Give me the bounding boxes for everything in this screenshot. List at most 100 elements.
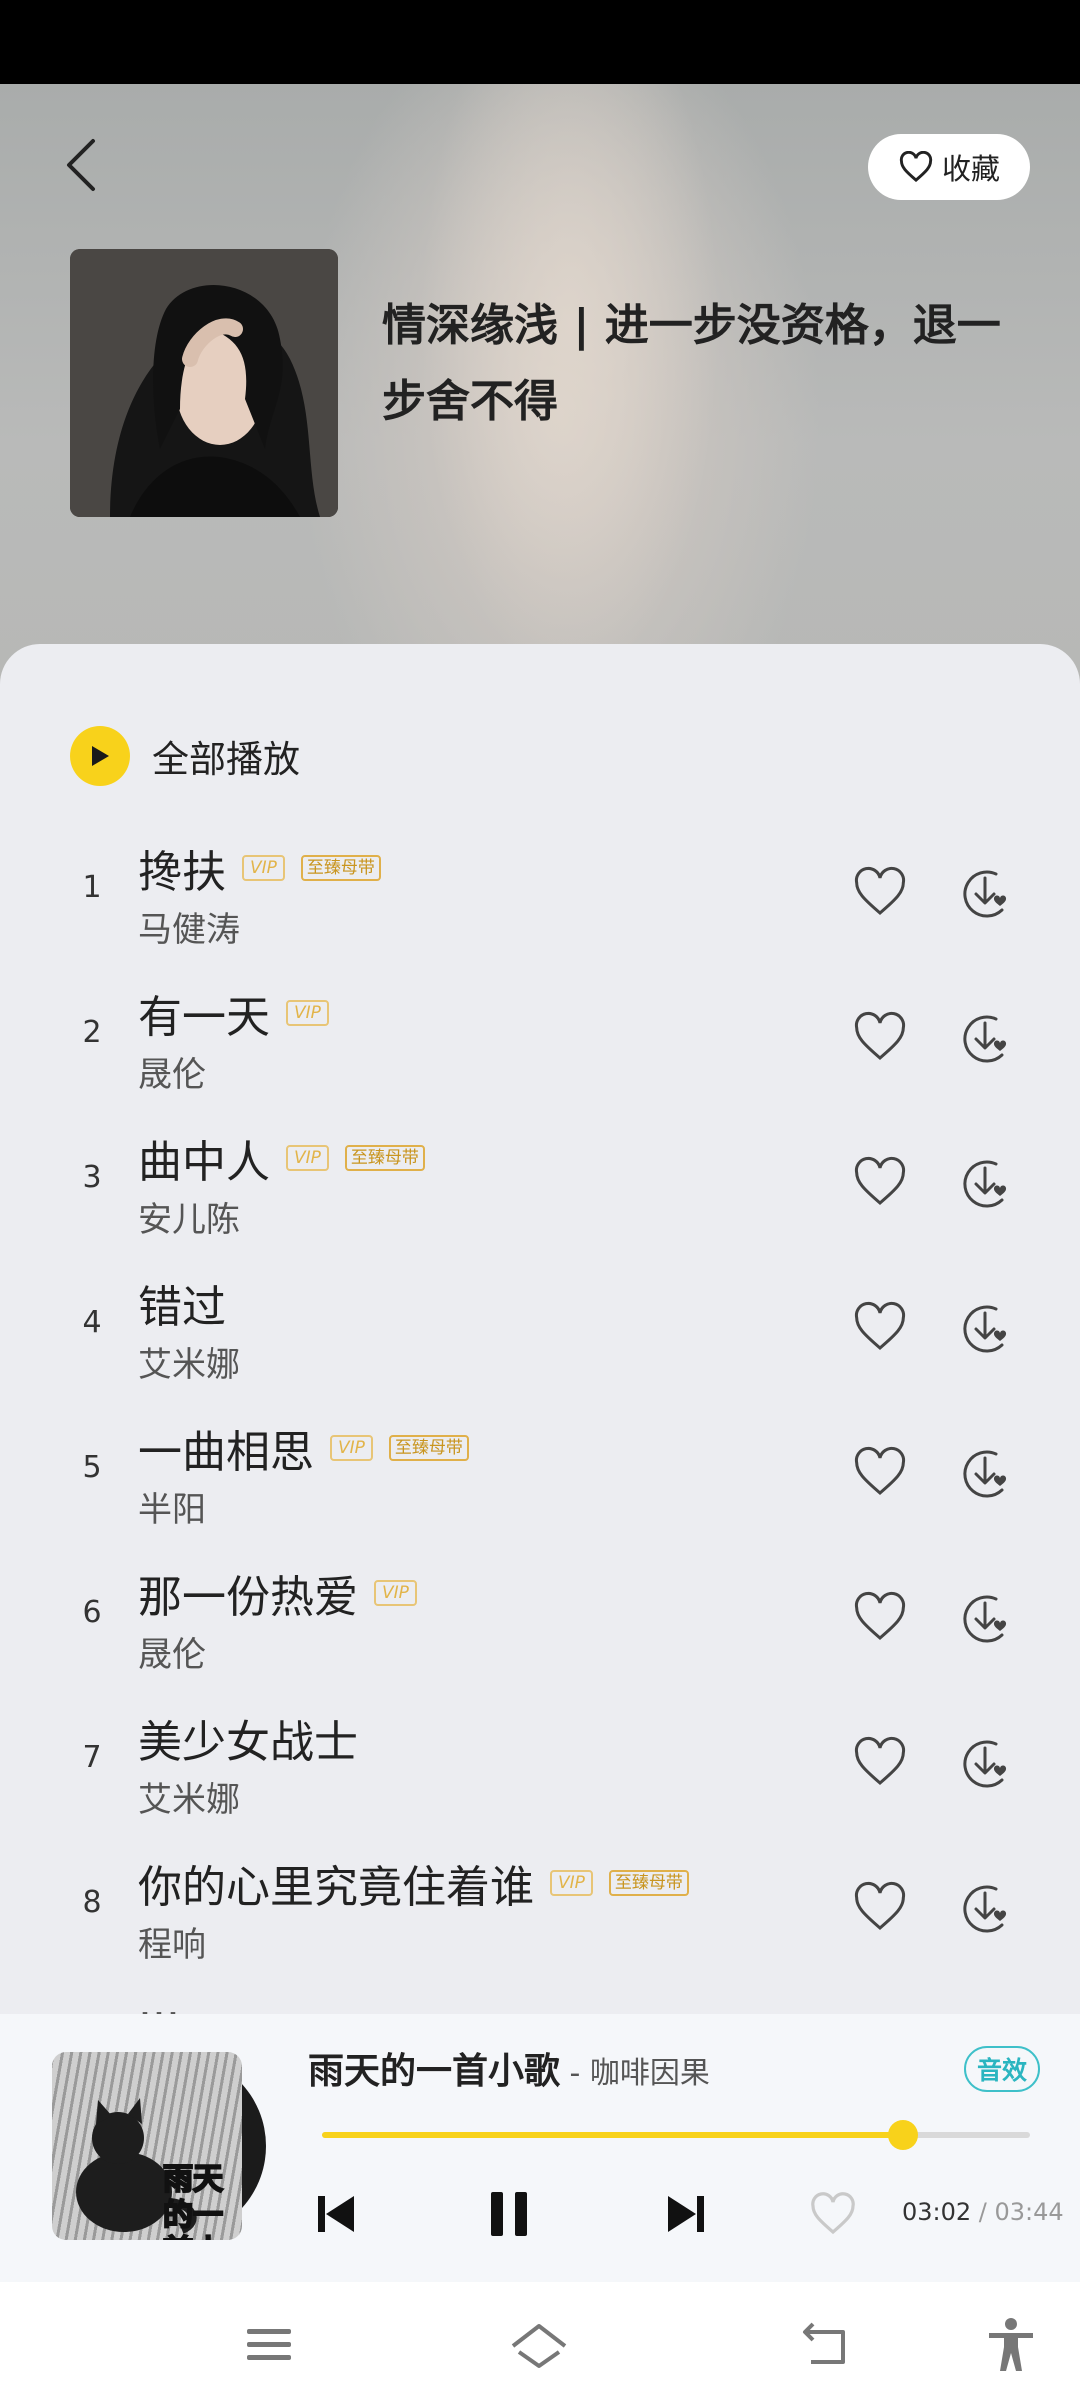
progress-knob[interactable] [887,2120,918,2150]
like-song-button[interactable] [852,866,908,922]
download-icon [963,1305,1007,1353]
vip-badge: VIP [242,855,285,881]
pause-button[interactable] [479,2184,539,2244]
like-current-button[interactable] [803,2184,863,2244]
favorite-label: 收藏 [941,152,1000,186]
download-song-button[interactable] [956,864,1014,922]
nav-home-button[interactable] [508,2314,570,2376]
vip-badge: VIP [286,1000,329,1026]
like-song-button[interactable] [852,1011,908,1067]
nav-accessibility-button[interactable] [980,2314,1042,2376]
play-all-button[interactable]: 全部播放 [70,726,300,786]
playlist-title: 情深缘浅 | 进一步没资格，退一步舍不得 [382,300,1001,427]
download-icon [963,1885,1007,1933]
playback-time: 03:02 / 03:44 [902,2198,1064,2226]
accessibility-icon [989,2318,1033,2371]
song-row[interactable]: 1 搀扶 VIP 至臻母带 马健涛 [0,824,1080,969]
download-icon [963,870,1007,918]
favorite-playlist-button[interactable]: 收藏 [868,134,1030,200]
song-title: 你的心里究竟住着谁 [138,1862,534,1913]
song-title: 那一份热爱 [138,1572,358,1623]
album-art-text: 雨天的一首小歌 [162,2161,224,2240]
status-bar [0,0,1080,84]
song-title: 有一天 [138,992,270,1043]
nav-back-button[interactable] [794,2314,856,2376]
vip-badge: VIP [330,1435,373,1461]
song-title: 曲中人 [138,1137,270,1188]
download-song-button[interactable] [956,1444,1014,1502]
song-index: 2 [82,1015,102,1050]
play-icon [70,726,130,786]
song-title-line: 错过 [138,1271,226,1335]
next-button[interactable] [656,2184,716,2244]
song-title-line: 有一天 VIP [138,981,329,1045]
song-row[interactable]: 7 美少女战士艾米娜 [0,1694,1080,1839]
nav-menu-button[interactable] [238,2314,300,2376]
song-index: 8 [82,1885,102,1920]
menu-icon [247,2329,291,2360]
heart-outline-icon [854,1736,906,1785]
heart-outline-icon [899,151,933,183]
like-song-button[interactable] [852,1156,908,1212]
like-song-button[interactable] [852,1736,908,1792]
song-row[interactable]: 5 一曲相思 VIP 至臻母带 半阳 [0,1404,1080,1549]
current-time: 03:02 [902,2198,972,2226]
home-icon [511,2324,567,2368]
song-row[interactable]: 2 有一天 VIP 晟伦 [0,969,1080,1114]
song-index: 1 [82,870,102,905]
download-song-button[interactable] [956,1154,1014,1212]
song-row[interactable]: 6 那一份热爱 VIP 晟伦 [0,1549,1080,1694]
song-row[interactable]: 4 错过 艾米娜 [0,1259,1080,1404]
album-art[interactable]: 雨天的一首小歌 [52,2052,242,2240]
song-row[interactable]: 3 曲中人 VIP 至臻母带 安儿陈 [0,1114,1080,1259]
pause-icon [491,2192,527,2236]
like-song-button[interactable] [852,1591,908,1647]
progress-bar[interactable] [322,2120,1030,2150]
heart-outline-icon [854,866,906,915]
song-title-line: 那一份热爱 VIP [138,1561,417,1625]
song-title-line: 美少女战士 [138,1706,358,1770]
mini-player[interactable]: 雨天的一首小歌 雨天的一首小歌 - 咖啡因果 音效 03:02 / 03:44 [0,2014,1080,2282]
now-playing-song: 雨天的一首小歌 [308,2051,561,2092]
master-quality-badge: 至臻母带 [388,1435,469,1461]
song-title: 美少女战士 [138,1717,358,1768]
heart-outline-icon [854,1301,906,1350]
download-song-button[interactable] [956,1299,1014,1357]
song-row[interactable]: 8 你的心里究竟住着谁 VIP 至臻母带 程响 [0,1839,1080,1984]
download-icon [963,1595,1007,1643]
song-artist: 安儿陈 [138,1200,240,1240]
next-song-peek: ··· [138,1994,458,2014]
now-playing-artist: - 咖啡因果 [560,2056,710,2091]
download-song-button[interactable] [956,1879,1014,1937]
like-song-button[interactable] [852,1446,908,1502]
heart-outline-icon [854,1156,906,1205]
download-song-button[interactable] [956,1009,1014,1067]
like-song-button[interactable] [852,1301,908,1357]
heart-outline-icon [854,1591,906,1640]
song-artist: 艾米娜 [138,1780,240,1820]
back-icon [803,2322,845,2364]
download-song-button[interactable] [956,1734,1014,1792]
song-title: 错过 [138,1282,226,1333]
like-song-button[interactable] [852,1881,908,1937]
master-quality-badge: 至臻母带 [608,1870,689,1896]
now-playing-title: 雨天的一首小歌 - 咖啡因果 [308,2042,710,2094]
back-button[interactable] [56,130,106,200]
song-index: 7 [82,1740,102,1775]
download-icon [963,1160,1007,1208]
system-nav-bar [0,2282,1080,2408]
vip-badge: VIP [286,1145,329,1171]
skip-previous-icon [318,2196,354,2232]
song-title-line: 你的心里究竟住着谁 VIP 至臻母带 [138,1851,689,1915]
song-title-line: 一曲相思 VIP 至臻母带 [138,1416,469,1480]
download-song-button[interactable] [956,1589,1014,1647]
progress-fill [322,2132,903,2138]
download-icon [963,1015,1007,1063]
heart-outline-icon [811,2192,855,2235]
skip-next-icon [668,2196,704,2232]
song-title-line: 曲中人 VIP 至臻母带 [138,1126,425,1190]
sound-effect-button[interactable]: 音效 [964,2046,1040,2092]
download-icon [963,1740,1007,1788]
duration: 03:44 [994,2198,1064,2226]
previous-button[interactable] [306,2184,366,2244]
